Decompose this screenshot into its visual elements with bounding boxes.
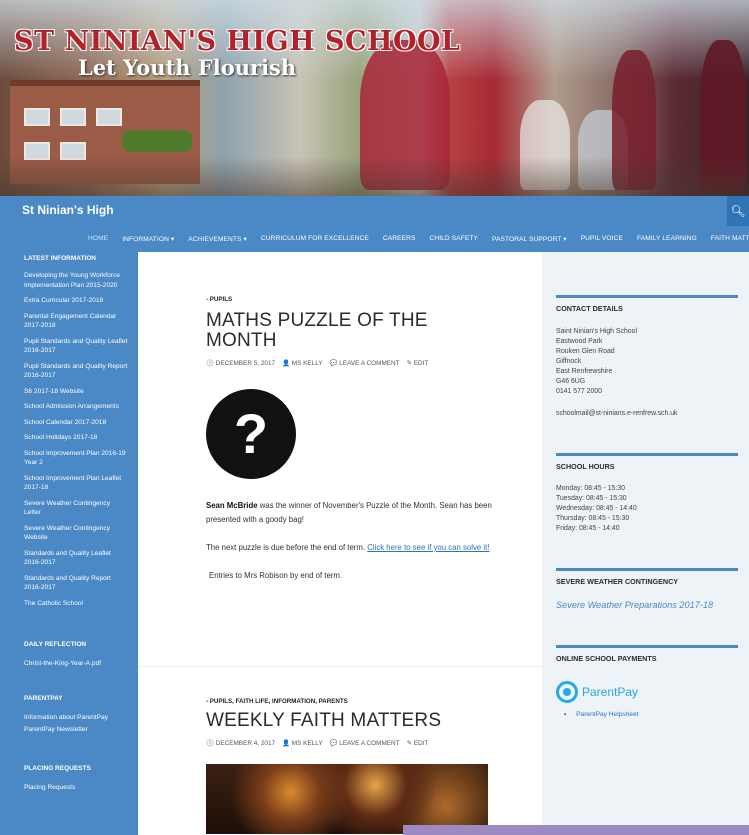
post-paragraph: Entries to Mrs Robison by end of term.	[209, 571, 343, 580]
post-category[interactable]: - PUPILS	[206, 296, 496, 303]
sidebar-link[interactable]: School Calendar 2017-2018	[24, 418, 128, 428]
post-paragraph: The next puzzle is due before the end of…	[206, 543, 490, 552]
main-content: - PUPILS MATHS PUZZLE OF THE MONTH 🕓 DEC…	[138, 252, 542, 835]
address-block: Saint Ninian's High School Eastwood Park…	[556, 328, 637, 395]
nav-child-safety[interactable]: CHILD SAFETY	[429, 235, 477, 243]
sidebar-link[interactable]: Developing the Young Workforce Implement…	[24, 271, 128, 290]
sidebar-link[interactable]: Placing Requests	[24, 783, 128, 793]
placing-requests-heading: PLACING REQUESTS	[24, 764, 91, 772]
sidebar-link[interactable]: ParentPay Newsletter	[24, 725, 128, 735]
nav-faith-matters[interactable]: FAITH MATTERS	[711, 235, 749, 243]
nav-careers[interactable]: CAREERS	[383, 235, 416, 243]
sidebar-link[interactable]: Information about ParentPay	[24, 713, 128, 723]
sidebar-link[interactable]: Severe Weather Contingency Website	[24, 524, 128, 543]
header-banner: ST NINIAN'S HIGH SCHOOL Let Youth Flouri…	[0, 0, 749, 196]
email-link[interactable]: schoolmail@st-ninians.e-renfrew.sch.uk	[556, 409, 738, 419]
school-hours-widget: SCHOOL HOURS Monday: 08:45 - 15:30 Tuesd…	[556, 453, 738, 534]
nav-pastoral-support[interactable]: PASTORAL SUPPORT ▾	[492, 235, 567, 243]
leave-comment-link[interactable]: 💬 LEAVE A COMMENT	[330, 739, 400, 747]
edit-link[interactable]: ✎ EDIT	[407, 739, 429, 747]
severe-weather-widget: SEVERE WEATHER CONTINGENCY Severe Weathe…	[556, 568, 738, 610]
nav-achievements[interactable]: ACHIEVEMENTS ▾	[188, 235, 247, 243]
latest-information-heading: LATEST INFORMATION	[24, 255, 96, 262]
sidebar-link[interactable]: The Catholic School	[24, 599, 128, 609]
banner-title: ST NINIAN'S HIGH SCHOOL	[14, 26, 461, 57]
daily-reflection-heading: DAILY REFLECTION	[24, 641, 87, 648]
post-weekly-faith-matters: - PUPILS, FAITH LIFE, INFORMATION, PAREN…	[206, 698, 496, 834]
solve-puzzle-link[interactable]: Click here to see if you can solve it!	[367, 543, 489, 552]
post-meta: 🕓 DECEMBER 4, 2017 👤 MS KELLY 💬 LEAVE A …	[206, 739, 496, 747]
online-payments-widget: ONLINE SCHOOL PAYMENTS ParentPay ParentP…	[556, 645, 738, 718]
sidebar-link[interactable]: Severe Weather Contingency Letter	[24, 499, 128, 518]
sidebar-link[interactable]: Standards and Quality Leaflet 2016-2017	[24, 549, 128, 568]
sidebar-link[interactable]: Extra Curricular 2017-2018	[24, 296, 128, 306]
widget-heading: SCHOOL HOURS	[556, 462, 615, 471]
nav-home[interactable]: HOME	[88, 235, 108, 243]
post-paragraph: Sean McBride was the winner of November'…	[206, 501, 492, 524]
severe-weather-link[interactable]: Severe Weather Preparations 2017-18	[556, 600, 738, 610]
candles-image	[206, 764, 488, 834]
post-divider	[138, 666, 542, 667]
site-title-link[interactable]: St Ninian's High	[22, 203, 114, 217]
parentpay-helpsheet-link[interactable]: ParentPay Helpsheet	[564, 711, 738, 718]
search-button[interactable]: 🔍︎	[727, 196, 749, 226]
parentpay-logo-icon	[556, 681, 578, 703]
widget-heading: CONTACT DETAILS	[556, 304, 623, 313]
sidebar-link[interactable]: Standards and Quality Report 2016-2017	[24, 574, 128, 593]
widget-heading: SEVERE WEATHER CONTINGENCY	[556, 577, 679, 586]
parentpay-logo-link[interactable]: ParentPay	[556, 681, 738, 703]
sidebar-link[interactable]: S6 2017-18 Website	[24, 387, 128, 397]
leave-comment-link[interactable]: 💬 LEAVE A COMMENT	[330, 359, 400, 367]
sidebar-link[interactable]: School Improvement Plan 2016-19 Year 2	[24, 449, 128, 468]
post-maths-puzzle: - PUPILS MATHS PUZZLE OF THE MONTH 🕓 DEC…	[206, 296, 496, 583]
post-date[interactable]: 🕓 DECEMBER 4, 2017	[206, 739, 275, 747]
sidebar-link[interactable]: Pupil Standards and Quality Report 2016-…	[24, 362, 128, 381]
post-title[interactable]: MATHS PUZZLE OF THE MONTH	[206, 311, 496, 351]
hours-list: Monday: 08:45 - 15:30 Tuesday: 08:45 - 1…	[556, 485, 637, 532]
parentpay-heading: PARENTPAY	[24, 694, 63, 702]
sidebar-link[interactable]: Parental Engagement Calendar 2017-2018	[24, 312, 128, 331]
search-icon: 🔍︎	[730, 204, 746, 218]
sidebar-link[interactable]: Pupil Standards and Quality Leaflet 2016…	[24, 337, 128, 356]
post-category[interactable]: - PUPILS, FAITH LIFE, INFORMATION, PAREN…	[206, 698, 496, 705]
contact-details-widget: CONTACT DETAILS Saint Ninian's High Scho…	[556, 295, 738, 419]
question-mark-icon: ?	[206, 389, 296, 479]
post-author[interactable]: 👤 MS KELLY	[282, 739, 323, 747]
nav-information[interactable]: INFORMATION ▾	[122, 235, 174, 243]
site-header: St Ninian's High 🔍︎	[0, 196, 749, 226]
widget-heading: ONLINE SCHOOL PAYMENTS	[556, 654, 657, 663]
nav-pupil-voice[interactable]: PUPIL VOICE	[581, 235, 623, 243]
sidebar-link[interactable]: School Admission Arrangements	[24, 402, 128, 412]
nav-family-learning[interactable]: FAMILY LEARNING	[637, 235, 697, 243]
post-meta: 🕓 DECEMBER 5, 2017 👤 MS KELLY 💬 LEAVE A …	[206, 359, 496, 367]
post-author[interactable]: 👤 MS KELLY	[282, 359, 323, 367]
main-navigation: HOME INFORMATION ▾ ACHIEVEMENTS ▾ CURRIC…	[0, 226, 749, 252]
sidebar-link[interactable]: School Improvement Plan Leaflet 2017-18	[24, 474, 128, 493]
nav-curriculum[interactable]: CURRICULUM FOR EXCELLENCE	[261, 235, 369, 243]
left-sidebar: LATEST INFORMATION Developing the Young …	[0, 252, 138, 835]
cookie-banner	[403, 825, 749, 835]
post-title[interactable]: WEEKLY FAITH MATTERS	[206, 711, 496, 731]
sidebar-link[interactable]: Christ-the-King-Year-A.pdf	[24, 659, 128, 669]
hedge-image	[122, 130, 192, 152]
post-date[interactable]: 🕓 DECEMBER 5, 2017	[206, 359, 275, 367]
banner-motto: Let Youth Flourish	[78, 55, 297, 80]
edit-link[interactable]: ✎ EDIT	[407, 359, 429, 367]
winner-name: Sean McBride	[206, 501, 258, 510]
sidebar-link[interactable]: School Holidays 2017-18	[24, 433, 128, 443]
right-sidebar: CONTACT DETAILS Saint Ninian's High Scho…	[542, 252, 749, 835]
